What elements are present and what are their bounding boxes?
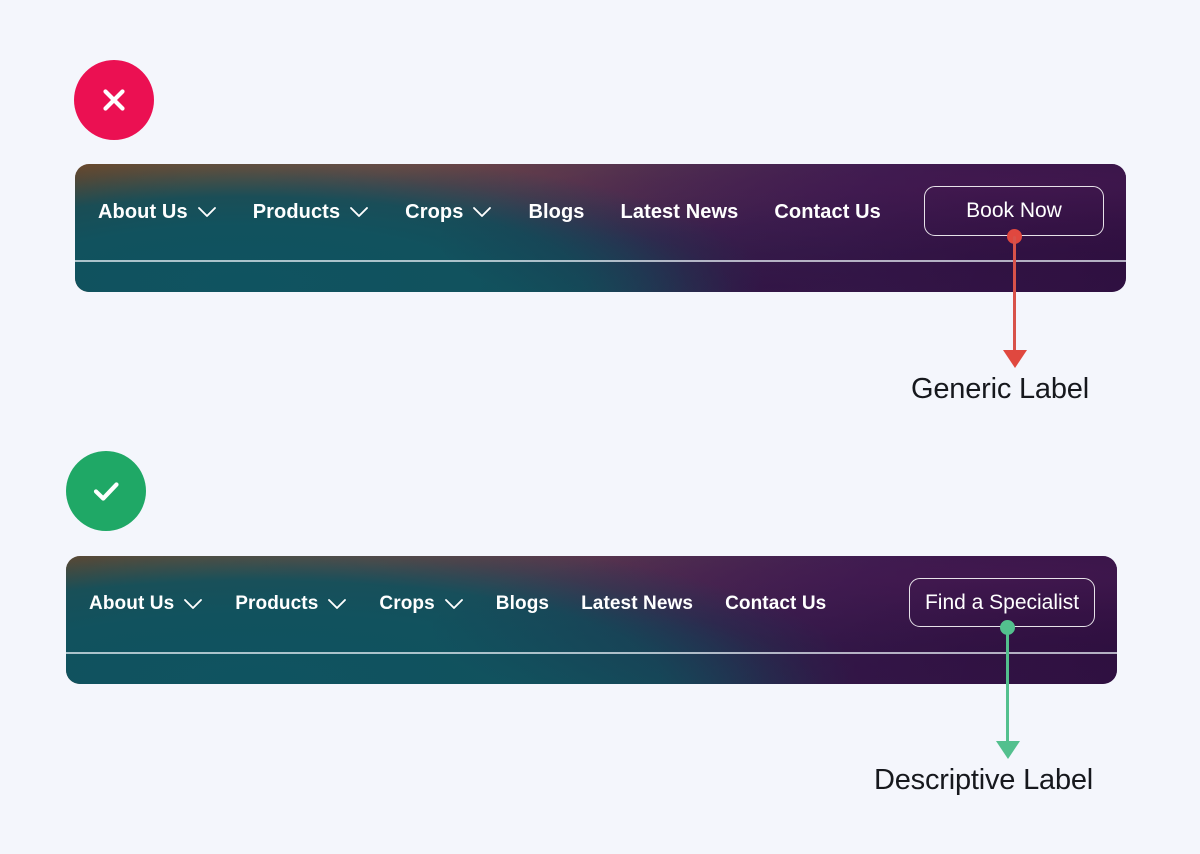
nav-item-contact-us[interactable]: Contact Us (725, 593, 826, 615)
nav-item-latest-news[interactable]: Latest News (621, 201, 739, 224)
nav-menu: About Us Products Crops Blogs Latest New… (66, 593, 826, 615)
nav-item-crops[interactable]: Crops (379, 593, 463, 615)
cta-find-a-specialist-button[interactable]: Find a Specialist (909, 578, 1095, 627)
check-icon (93, 482, 119, 501)
nav-item-products[interactable]: Products (235, 593, 347, 615)
nav-item-label: Blogs (495, 593, 550, 614)
comparison-canvas: About Us Products Crops Blogs Latest New… (0, 0, 1200, 854)
annotation-line (1005, 627, 1010, 743)
chevron-down-icon (350, 207, 369, 217)
nav-item-label: About Us (89, 593, 175, 614)
nav-item-label: Crops (405, 200, 464, 223)
nav-menu: About Us Products Crops Blogs Latest New… (75, 201, 881, 224)
nav-item-label: Crops (379, 593, 435, 614)
annotation-line (1012, 236, 1017, 352)
chevron-down-icon (328, 599, 347, 609)
nav-item-label: Latest News (581, 593, 694, 614)
nav-item-label: Contact Us (725, 593, 827, 614)
nav-item-about-us[interactable]: About Us (98, 201, 217, 224)
chevron-down-icon (184, 599, 203, 609)
navbar-descriptive: About Us Products Crops Blogs Latest New… (66, 556, 1117, 684)
navbar-generic: About Us Products Crops Blogs Latest New… (75, 164, 1126, 292)
nav-item-label: Products (252, 200, 341, 223)
nav-item-blogs[interactable]: Blogs (496, 593, 549, 615)
nav-item-label: Latest News (620, 200, 739, 223)
nav-item-label: Blogs (528, 200, 585, 223)
nav-item-about-us[interactable]: About Us (89, 593, 203, 615)
nav-item-blogs[interactable]: Blogs (528, 201, 584, 224)
nav-item-contact-us[interactable]: Contact Us (774, 201, 881, 224)
nav-item-label: Products (235, 593, 319, 614)
nav-item-latest-news[interactable]: Latest News (581, 593, 693, 615)
annotation-label: Descriptive Label (874, 764, 1094, 796)
nav-item-label: About Us (98, 200, 188, 223)
annotation-label: Generic Label (911, 373, 1089, 405)
status-badge-bad (74, 60, 154, 140)
navbar-divider (66, 652, 1117, 654)
close-icon (103, 89, 125, 111)
nav-item-crops[interactable]: Crops (405, 201, 492, 224)
nav-item-products[interactable]: Products (253, 201, 369, 224)
annotation-arrowhead (1002, 350, 1027, 368)
annotation-arrowhead (995, 741, 1020, 759)
nav-item-label: Contact Us (774, 200, 881, 223)
chevron-down-icon (473, 207, 492, 217)
chevron-down-icon (197, 207, 216, 217)
navbar-divider (75, 260, 1126, 262)
chevron-down-icon (444, 599, 463, 609)
status-badge-good (66, 451, 146, 531)
